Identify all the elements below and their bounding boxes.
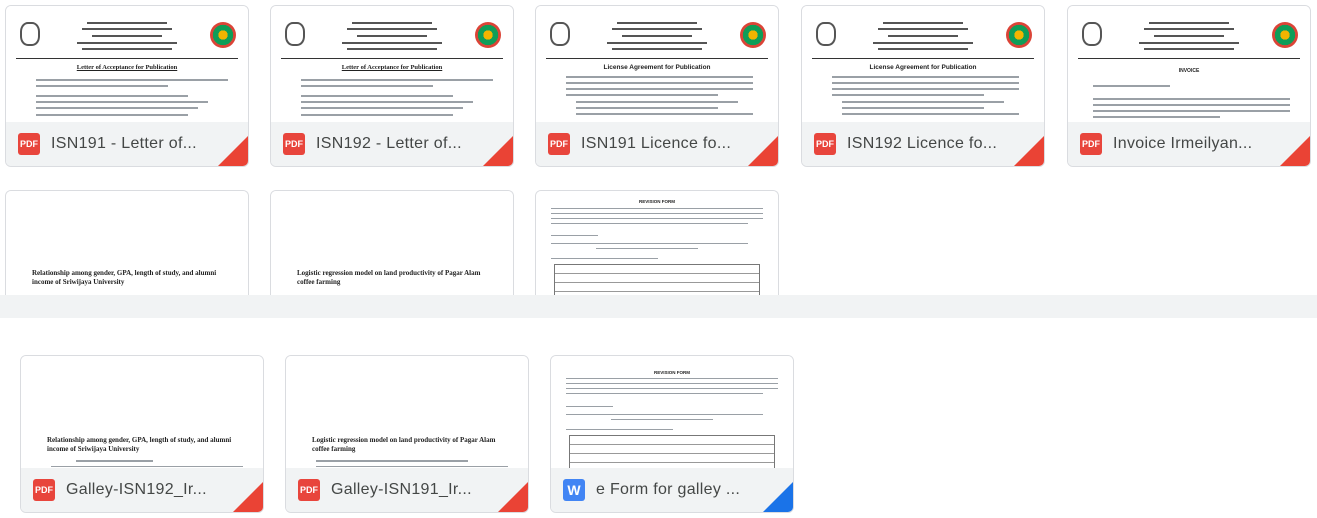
thumb-title: License Agreement for Publication xyxy=(869,64,977,71)
file-label: PDF ISN191 - Letter of... xyxy=(6,122,248,166)
conference-logo-icon xyxy=(1006,22,1032,48)
conference-logo-icon xyxy=(1272,22,1298,48)
pdf-icon: PDF xyxy=(18,133,40,155)
file-card[interactable]: License Agreement for Publication PDF IS… xyxy=(535,5,779,167)
thumb-title: Letter of Acceptance for Publication xyxy=(76,64,178,71)
file-card[interactable]: Logistic regression model on land produc… xyxy=(270,190,514,295)
file-label: PDF Galley-ISN191_Ir... xyxy=(286,468,528,512)
file-type-corner xyxy=(1014,136,1044,166)
pdf-icon: PDF xyxy=(33,479,55,501)
file-card[interactable]: REVISION FORM W e Form for galley ... xyxy=(550,355,794,513)
file-type-corner xyxy=(748,136,778,166)
file-label: PDF ISN192 Licence fo... xyxy=(802,122,1044,166)
file-thumbnail: REVISION FORM xyxy=(536,191,778,295)
file-name: Invoice Irmeilyan... xyxy=(1113,135,1253,152)
file-thumbnail: Letter of Acceptance for Publication xyxy=(271,6,513,118)
file-thumbnail: INVOICE xyxy=(1068,6,1310,118)
pdf-icon: PDF xyxy=(1080,133,1102,155)
file-card[interactable]: Letter of Acceptance for Publication PDF… xyxy=(5,5,249,167)
file-type-corner xyxy=(498,482,528,512)
file-thumbnail: Letter of Acceptance for Publication xyxy=(6,6,248,118)
file-thumbnail: REVISION FORM xyxy=(551,356,793,468)
file-type-corner xyxy=(218,136,248,166)
file-name: ISN191 Licence fo... xyxy=(581,135,732,152)
file-card[interactable]: Relationship among gender, GPA, length o… xyxy=(5,190,249,295)
thumb-title: Logistic regression model on land produc… xyxy=(297,269,481,286)
pdf-icon: PDF xyxy=(298,479,320,501)
file-card[interactable]: Relationship among gender, GPA, length o… xyxy=(20,355,264,513)
file-type-corner xyxy=(1280,136,1310,166)
file-card[interactable]: REVISION FORM xyxy=(535,190,779,295)
file-name: ISN192 Licence fo... xyxy=(847,135,998,152)
university-seal-icon xyxy=(1082,22,1102,46)
file-thumbnail: Logistic regression model on land produc… xyxy=(271,191,513,295)
thumb-title: REVISION FORM xyxy=(653,370,690,375)
thumb-title: Relationship among gender, GPA, length o… xyxy=(47,436,232,453)
file-type-corner xyxy=(763,482,793,512)
file-name: Galley-ISN192_Ir... xyxy=(66,481,207,498)
file-type-corner xyxy=(233,482,263,512)
file-thumbnail: License Agreement for Publication xyxy=(536,6,778,118)
file-card[interactable]: Letter of Acceptance for Publication PDF… xyxy=(270,5,514,167)
conference-logo-icon xyxy=(475,22,501,48)
pdf-icon: PDF xyxy=(548,133,570,155)
file-card[interactable]: License Agreement for Publication PDF IS… xyxy=(801,5,1045,167)
thumb-title: Relationship among gender, GPA, length o… xyxy=(32,269,217,286)
file-card[interactable]: INVOICE PDF Invoice Irmeilyan... xyxy=(1067,5,1311,167)
thumb-title: Logistic regression model on land produc… xyxy=(312,436,496,453)
file-name: Galley-ISN191_Ir... xyxy=(331,481,472,498)
file-thumbnail: Relationship among gender, GPA, length o… xyxy=(21,356,263,468)
thumb-title: REVISION FORM xyxy=(638,199,675,204)
file-label: W e Form for galley ... xyxy=(551,468,793,512)
word-doc-icon: W xyxy=(563,479,585,501)
section-divider xyxy=(0,295,1317,318)
file-thumbnail: Relationship among gender, GPA, length o… xyxy=(6,191,248,295)
file-name: e Form for galley ... xyxy=(596,481,741,498)
file-type-corner xyxy=(483,136,513,166)
conference-logo-icon xyxy=(740,22,766,48)
thumb-title: Letter of Acceptance for Publication xyxy=(341,64,443,71)
university-seal-icon xyxy=(550,22,570,46)
conference-logo-icon xyxy=(210,22,236,48)
file-label: PDF ISN191 Licence fo... xyxy=(536,122,778,166)
pdf-icon: PDF xyxy=(814,133,836,155)
university-seal-icon xyxy=(20,22,40,46)
university-seal-icon xyxy=(285,22,305,46)
university-seal-icon xyxy=(816,22,836,46)
file-name: ISN192 - Letter of... xyxy=(316,135,462,152)
file-card[interactable]: Logistic regression model on land produc… xyxy=(285,355,529,513)
file-thumbnail: License Agreement for Publication xyxy=(802,6,1044,118)
thumb-title: INVOICE xyxy=(1178,68,1200,74)
file-thumbnail: Logistic regression model on land produc… xyxy=(286,356,528,468)
file-label: PDF Invoice Irmeilyan... xyxy=(1068,122,1310,166)
thumb-title: License Agreement for Publication xyxy=(603,64,711,71)
file-label: PDF Galley-ISN192_Ir... xyxy=(21,468,263,512)
pdf-icon: PDF xyxy=(283,133,305,155)
file-label: PDF ISN192 - Letter of... xyxy=(271,122,513,166)
file-name: ISN191 - Letter of... xyxy=(51,135,197,152)
